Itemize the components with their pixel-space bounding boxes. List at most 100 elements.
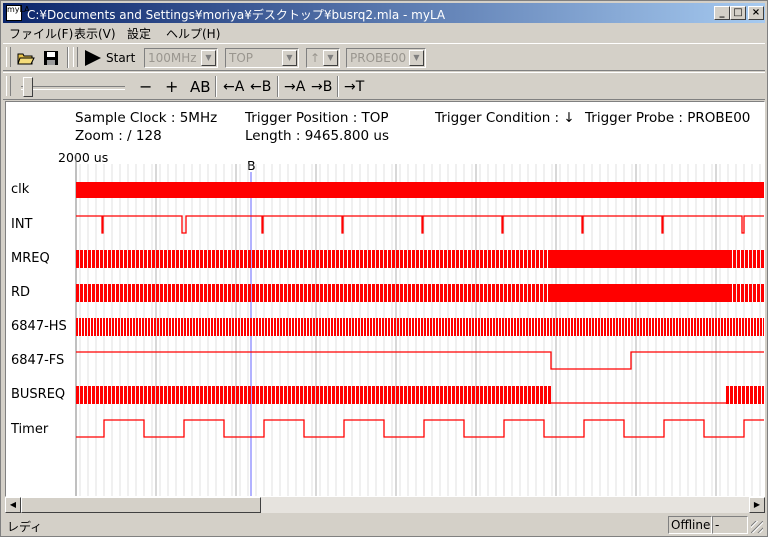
rd-trace [492, 284, 495, 302]
waveform-view[interactable]: Sample Clock : 5MHz Zoom : / 128 Trigger… [5, 101, 765, 497]
rd-trace [412, 284, 415, 302]
hs-trace [187, 318, 189, 336]
zoom-slider[interactable] [17, 77, 129, 97]
status-text: レディ [7, 520, 43, 534]
busreq-trace [456, 386, 459, 404]
mreq-trace [392, 250, 395, 268]
zoom-slider-thumb[interactable] [23, 77, 33, 97]
hs-trace [550, 318, 552, 336]
resize-grip-icon[interactable] [751, 521, 763, 533]
trigger-edge-select[interactable]: ↑ ▼ [306, 48, 340, 68]
open-folder-icon[interactable] [15, 47, 37, 69]
busreq-trace [352, 386, 355, 404]
menu-help[interactable]: ヘルプ(H) [166, 25, 220, 42]
status-extra: - [712, 516, 748, 534]
rd-trace [524, 284, 527, 302]
rd-trace [332, 284, 335, 302]
hs-trace [256, 318, 258, 336]
rd-trace [372, 284, 375, 302]
scrollbar-thumb[interactable] [21, 497, 261, 513]
ab-button[interactable]: AB [190, 76, 211, 98]
mreq-trace [200, 250, 203, 268]
busreq-trace [360, 386, 363, 404]
mreq-trace [360, 250, 363, 268]
busreq-trace [172, 386, 175, 404]
menu-view[interactable]: 表示(V) [74, 25, 116, 42]
toolbar-grip[interactable] [6, 76, 11, 96]
hs-trace [721, 318, 723, 336]
rd-trace [328, 284, 331, 302]
clock-select[interactable]: 100MHz ▼ [144, 48, 218, 68]
busreq-trace [400, 386, 403, 404]
maximize-button[interactable]: □ [730, 6, 746, 20]
toolbar-grip[interactable] [73, 47, 78, 67]
rd-trace [304, 284, 307, 302]
zoom-out-button[interactable]: − [139, 76, 152, 98]
chevron-down-icon[interactable]: ▼ [323, 50, 338, 66]
mreq-trace [100, 250, 103, 268]
minimize-button[interactable]: _ [714, 6, 730, 20]
hs-trace [685, 318, 687, 336]
busreq-trace [356, 386, 359, 404]
hs-trace [688, 318, 690, 336]
goto-b-right-button[interactable]: →B [311, 76, 332, 98]
busreq-trace [260, 386, 263, 404]
goto-trigger-button[interactable]: →T [344, 76, 364, 98]
busreq-trace [746, 386, 749, 404]
save-icon[interactable] [40, 47, 62, 69]
mreq-trace [448, 250, 451, 268]
goto-a-right-button[interactable]: →A [284, 76, 305, 98]
goto-a-left-button[interactable]: ←A [223, 76, 244, 98]
busreq-trace [420, 386, 423, 404]
horizontal-scrollbar[interactable]: ◀ ▶ [5, 497, 765, 513]
mreq-trace [308, 250, 311, 268]
hs-trace [613, 318, 615, 336]
rd-trace [92, 284, 95, 302]
chevron-down-icon[interactable]: ▼ [409, 50, 424, 66]
status-bar: レディ Offline - [3, 515, 765, 535]
busreq-trace [742, 386, 745, 404]
mreq-trace [432, 250, 435, 268]
goto-b-left-button[interactable]: ←B [250, 76, 271, 98]
rd-trace [172, 284, 175, 302]
hs-trace [376, 318, 378, 336]
rd-trace [128, 284, 131, 302]
chevron-down-icon[interactable]: ▼ [282, 50, 297, 66]
toolbar-grip[interactable] [6, 47, 11, 67]
chevron-down-icon[interactable]: ▼ [201, 50, 216, 66]
mreq-trace [396, 250, 399, 268]
hs-trace [664, 318, 666, 336]
hs-trace [553, 318, 555, 336]
clock-select-value: 100MHz [148, 51, 197, 65]
trigger-position-select[interactable]: TOP ▼ [225, 48, 299, 68]
busreq-trace [484, 386, 487, 404]
close-button[interactable]: × [748, 6, 764, 20]
mreq-trace [196, 250, 199, 268]
rd-trace [312, 284, 315, 302]
busreq-trace [758, 386, 761, 404]
hs-trace [394, 318, 396, 336]
mreq-trace [388, 250, 391, 268]
mreq-trace [92, 250, 95, 268]
hs-trace [676, 318, 678, 336]
menu-settings[interactable]: 設定 [127, 25, 151, 42]
menu-file[interactable]: ファイル(F) [9, 25, 73, 42]
busreq-trace [96, 386, 99, 404]
zoom-in-button[interactable]: + [165, 76, 178, 98]
scroll-right-icon[interactable]: ▶ [749, 497, 765, 513]
scroll-left-icon[interactable]: ◀ [5, 497, 21, 513]
hs-trace [220, 318, 222, 336]
rd-trace [140, 284, 143, 302]
signal-label-6847-fs: 6847-FS [11, 353, 65, 368]
rd-trace [176, 284, 179, 302]
hs-trace [304, 318, 306, 336]
busreq-trace [136, 386, 139, 404]
mreq-trace [276, 250, 279, 268]
trigger-probe-select[interactable]: PROBE00 ▼ [346, 48, 426, 68]
hs-trace [361, 318, 363, 336]
rd-trace [432, 284, 435, 302]
busreq-trace [268, 386, 271, 404]
mreq-trace [292, 250, 295, 268]
mreq-trace [236, 250, 239, 268]
app-icon[interactable]: myLA [6, 5, 30, 21]
